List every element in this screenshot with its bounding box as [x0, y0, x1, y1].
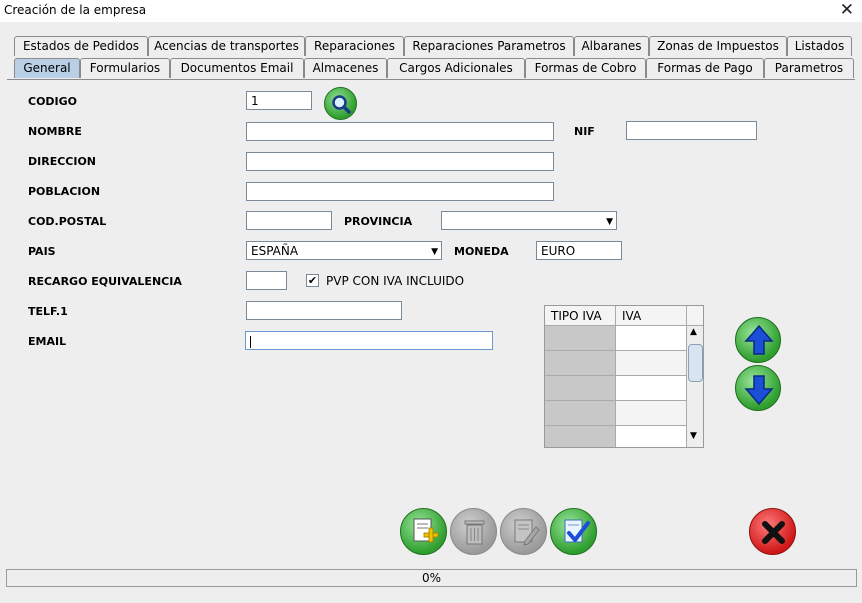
tab-formas-pago[interactable]: Formas de Pago [646, 58, 764, 78]
tab-formularios[interactable]: Formularios [80, 58, 170, 78]
text-cursor [250, 335, 251, 348]
nif-label: NIF [574, 125, 595, 138]
scroll-thumb[interactable] [688, 344, 703, 382]
table-row[interactable] [616, 401, 687, 426]
progress-bar: 0% [6, 569, 857, 587]
add-button[interactable] [400, 508, 447, 555]
pais-label: PAIS [28, 245, 56, 258]
search-button[interactable] [324, 87, 357, 120]
email-input[interactable] [245, 331, 493, 350]
nombre-label: NOMBRE [28, 125, 82, 138]
close-icon [762, 521, 785, 544]
telf-input[interactable] [246, 301, 402, 320]
recargo-label: RECARGO EQUIVALENCIA [28, 275, 182, 288]
codpostal-input[interactable] [246, 211, 332, 230]
tab-listados[interactable]: Listados [787, 36, 852, 56]
tab-formas-cobro[interactable]: Formas de Cobro [525, 58, 646, 78]
email-label: EMAIL [28, 335, 67, 348]
trash-icon [464, 520, 485, 545]
arrow-down-icon [744, 375, 774, 406]
direccion-input[interactable] [246, 152, 554, 171]
tab-cargos-adicionales[interactable]: Cargos Adicionales [387, 58, 525, 78]
table-row[interactable] [545, 426, 616, 447]
tab-reparaciones[interactable]: Reparaciones [305, 36, 404, 56]
tab-reparaciones-parametros[interactable]: Reparaciones Parametros [404, 36, 574, 56]
tab-documentos-email[interactable]: Documentos Email [170, 58, 304, 78]
search-icon [332, 95, 351, 114]
provincia-label: PROVINCIA [344, 215, 413, 228]
tab-bar: Estados de Pedidos Acencias de transport… [0, 22, 862, 80]
table-scrollbar[interactable]: ▲ ▼ [686, 326, 703, 447]
tab-albaranes[interactable]: Albaranes [574, 36, 649, 56]
codigo-label: CODIGO [28, 95, 78, 108]
direccion-label: DIRECCION [28, 155, 97, 168]
header-corner [687, 306, 703, 326]
recargo-input[interactable] [246, 271, 287, 290]
provincia-select[interactable]: ▼ [441, 211, 617, 230]
table-row[interactable] [545, 376, 616, 401]
poblacion-label: POBLACION [28, 185, 101, 198]
poblacion-input[interactable] [246, 182, 554, 201]
pvp-checkbox[interactable]: ✔ [306, 274, 319, 287]
close-icon[interactable]: ✕ [840, 0, 854, 20]
move-down-button[interactable] [735, 365, 781, 411]
pais-value: ESPAÑA [251, 244, 299, 258]
chevron-down-icon: ▼ [431, 247, 438, 257]
tab-parametros[interactable]: Parametros [764, 58, 854, 78]
table-row[interactable] [545, 401, 616, 426]
edit-button[interactable] [500, 508, 547, 555]
tab-zonas-impuestos[interactable]: Zonas de Impuestos [649, 36, 787, 56]
nombre-input[interactable] [246, 122, 554, 141]
tab-general[interactable]: General [14, 58, 80, 78]
new-document-icon [413, 518, 439, 543]
tab-almacenes[interactable]: Almacenes [304, 58, 387, 78]
header-iva[interactable]: IVA [616, 306, 687, 326]
scroll-down-icon[interactable]: ▼ [690, 431, 697, 441]
telf-label: TELF.1 [28, 305, 68, 318]
tab-estados-pedidos[interactable]: Estados de Pedidos [14, 36, 148, 56]
header-tipo-iva[interactable]: TIPO IVA [545, 306, 616, 326]
pais-select[interactable]: ESPAÑA ▼ [246, 241, 442, 260]
progress-text: 0% [421, 571, 442, 585]
table-row[interactable] [545, 326, 616, 351]
delete-button[interactable] [450, 508, 497, 555]
chevron-down-icon: ▼ [606, 217, 613, 227]
pvp-label: PVP CON IVA INCLUIDO [326, 274, 465, 288]
table-row[interactable] [616, 426, 687, 447]
move-up-button[interactable] [735, 317, 781, 363]
title-bar: Creación de la empresa ✕ [0, 0, 862, 22]
codpostal-label: COD.POSTAL [28, 215, 107, 228]
tab-agencias-transportes[interactable]: Acencias de transportes [148, 36, 305, 56]
table-row[interactable] [545, 351, 616, 376]
edit-document-icon [514, 519, 540, 546]
save-button[interactable] [550, 508, 597, 555]
moneda-input[interactable]: EURO [536, 241, 622, 260]
codigo-input[interactable]: 1 [246, 91, 312, 110]
table-row[interactable] [616, 376, 687, 401]
check-document-icon [564, 519, 590, 543]
moneda-label: MONEDA [454, 245, 509, 258]
arrow-up-icon [744, 324, 774, 355]
table-row[interactable] [616, 351, 687, 376]
window-title: Creación de la empresa [4, 3, 147, 17]
iva-table: TIPO IVA IVA [544, 305, 704, 448]
check-icon: ✔ [307, 274, 318, 287]
cancel-button[interactable] [749, 508, 796, 555]
table-row[interactable] [616, 326, 687, 351]
scroll-up-icon[interactable]: ▲ [690, 327, 697, 337]
nif-input[interactable] [626, 121, 757, 140]
